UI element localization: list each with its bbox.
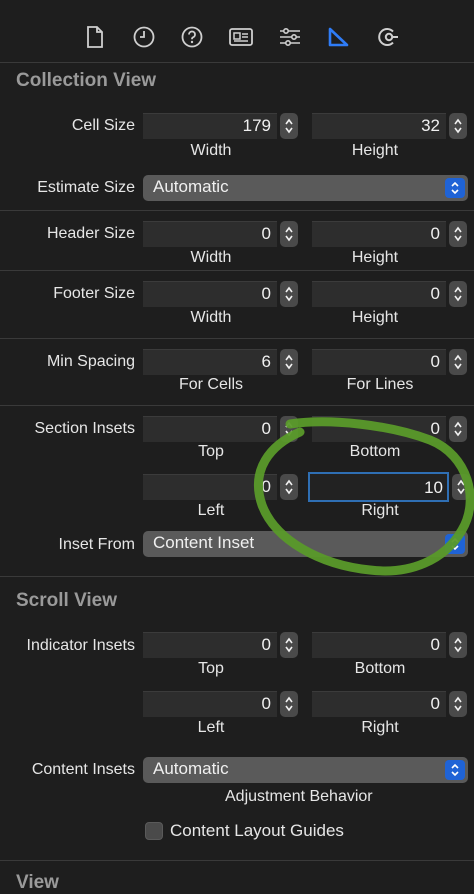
- section-insets-top-caption: Top: [198, 443, 224, 460]
- chevron-updown-icon: [445, 534, 465, 554]
- section-insets-label: Section Insets: [34, 420, 136, 437]
- section-insets-top-field[interactable]: 0: [143, 416, 277, 442]
- footer-size-width-field[interactable]: 0: [143, 281, 277, 307]
- cell-size-width-field[interactable]: 179: [143, 113, 277, 139]
- inset-from-popup[interactable]: Content Inset: [143, 531, 468, 557]
- header-size-height-stepper[interactable]: [449, 221, 467, 247]
- section-insets-bottom-caption: Bottom: [349, 443, 401, 460]
- indicator-insets-bottom-stepper[interactable]: [449, 632, 467, 658]
- min-spacing-cells-field[interactable]: 6: [143, 349, 277, 375]
- indicator-insets-left-caption: Left: [197, 719, 225, 736]
- section-insets-left-stepper[interactable]: [280, 474, 298, 500]
- divider: [0, 270, 474, 271]
- section-insets-right-field[interactable]: 10: [308, 472, 449, 502]
- connections-icon[interactable]: [373, 22, 403, 52]
- footer-size-height-field[interactable]: 0: [312, 281, 446, 307]
- min-spacing-lines-stepper[interactable]: [449, 349, 467, 375]
- file-icon[interactable]: [80, 22, 110, 52]
- identity-icon[interactable]: [226, 22, 256, 52]
- cell-size-height-field[interactable]: 32: [312, 113, 446, 139]
- indicator-insets-bottom-caption: Bottom: [354, 660, 406, 677]
- cell-size-width-stepper[interactable]: [280, 113, 298, 139]
- section-insets-top-stepper[interactable]: [280, 416, 298, 442]
- min-spacing-cells-caption: For Cells: [178, 376, 243, 393]
- estimate-size-popup[interactable]: Automatic: [143, 175, 468, 201]
- size-ruler-icon[interactable]: [324, 22, 354, 52]
- footer-size-width-caption: Width: [190, 309, 232, 326]
- section-insets-right-caption: Right: [361, 502, 399, 519]
- indicator-insets-left-field[interactable]: 0: [143, 691, 277, 717]
- scroll-view-title: Scroll View: [16, 590, 118, 611]
- header-size-height-caption: Height: [351, 249, 399, 266]
- min-spacing-lines-caption: For Lines: [346, 376, 414, 393]
- view-title: View: [16, 872, 59, 893]
- divider: [0, 576, 474, 577]
- collection-view-title: Collection View: [16, 70, 157, 91]
- indicator-insets-right-caption: Right: [361, 719, 399, 736]
- footer-size-label: Footer Size: [53, 285, 135, 302]
- min-spacing-cells-stepper[interactable]: [280, 349, 298, 375]
- min-spacing-lines-field[interactable]: 0: [312, 349, 446, 375]
- indicator-insets-right-field[interactable]: 0: [312, 691, 446, 717]
- indicator-insets-top-caption: Top: [198, 660, 224, 677]
- footer-size-height-stepper[interactable]: [449, 281, 467, 307]
- section-insets-bottom-stepper[interactable]: [449, 416, 467, 442]
- cell-size-height-stepper[interactable]: [449, 113, 467, 139]
- divider: [0, 210, 474, 211]
- content-insets-popup[interactable]: Automatic: [143, 757, 468, 783]
- divider: [0, 338, 474, 339]
- indicator-insets-label: Indicator Insets: [26, 637, 136, 654]
- estimate-size-label: Estimate Size: [37, 179, 135, 196]
- indicator-insets-right-stepper[interactable]: [449, 691, 467, 717]
- section-insets-left-field[interactable]: 0: [143, 474, 277, 500]
- divider: [0, 860, 474, 861]
- divider: [0, 405, 474, 406]
- header-size-width-caption: Width: [190, 249, 232, 266]
- header-size-width-field[interactable]: 0: [143, 221, 277, 247]
- content-insets-label: Content Insets: [31, 761, 135, 778]
- inset-from-value: Content Inset: [153, 533, 255, 552]
- inset-from-label: Inset From: [58, 536, 135, 553]
- content-layout-guides-checkbox[interactable]: [145, 822, 163, 840]
- footer-size-height-caption: Height: [351, 309, 399, 326]
- inspector-toolbar: [0, 0, 474, 63]
- help-icon[interactable]: [177, 22, 207, 52]
- indicator-insets-left-stepper[interactable]: [280, 691, 298, 717]
- indicator-insets-top-stepper[interactable]: [280, 632, 298, 658]
- section-insets-left-caption: Left: [197, 502, 225, 519]
- chevron-updown-icon: [445, 178, 465, 198]
- content-layout-guides-label: Content Layout Guides: [170, 821, 344, 840]
- estimate-size-value: Automatic: [153, 177, 229, 196]
- attributes-icon[interactable]: [275, 22, 305, 52]
- header-size-label: Header Size: [46, 225, 135, 242]
- cell-size-width-caption: Width: [190, 142, 232, 159]
- content-insets-caption: Adjustment Behavior: [225, 788, 373, 805]
- cell-size-label: Cell Size: [71, 117, 135, 134]
- content-insets-value: Automatic: [153, 759, 229, 778]
- chevron-updown-icon: [445, 760, 465, 780]
- indicator-insets-top-field[interactable]: 0: [143, 632, 277, 658]
- footer-size-width-stepper[interactable]: [280, 281, 298, 307]
- section-insets-bottom-field[interactable]: 0: [312, 416, 446, 442]
- history-icon[interactable]: [129, 22, 159, 52]
- cell-size-height-caption: Height: [351, 142, 399, 159]
- header-size-height-field[interactable]: 0: [312, 221, 446, 247]
- header-size-width-stepper[interactable]: [280, 221, 298, 247]
- indicator-insets-bottom-field[interactable]: 0: [312, 632, 446, 658]
- section-insets-right-stepper[interactable]: [452, 474, 470, 500]
- min-spacing-label: Min Spacing: [46, 353, 135, 370]
